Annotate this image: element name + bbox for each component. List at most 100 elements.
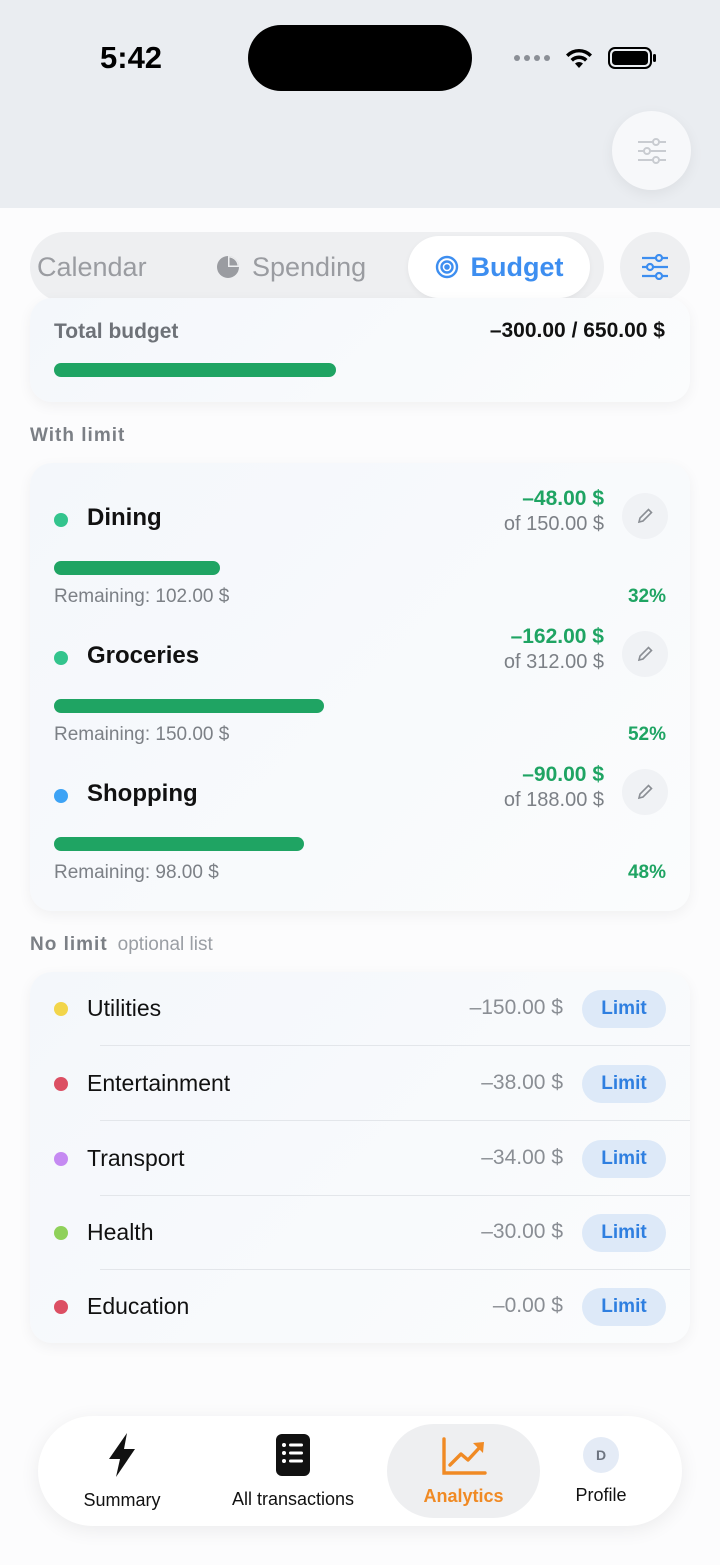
category-progress [54,561,574,575]
category-dot [54,789,68,803]
set-limit-button[interactable]: Limit [582,1140,666,1178]
budget-item-groceries[interactable]: Groceries –162.00 $ of 312.00 $ Remainin… [54,625,668,769]
total-budget-progress [54,363,666,377]
nav-all-transactions-label: All transactions [231,1488,355,1509]
total-budget-card[interactable]: Total budget –300.00 / 650.00 $ [30,298,690,402]
percent-text: 52% [627,724,666,745]
with-limit-card: Dining –48.00 $ of 150.00 $ Remaining: 1… [30,463,690,911]
nav-analytics-label: Analytics [423,1485,504,1506]
spent-amount: –0.00 $ [492,1294,563,1317]
tab-calendar[interactable]: Calendar [37,232,147,302]
tab-calendar-label: Calendar [37,251,147,282]
pie-chart-icon [216,255,240,279]
category-progress-fill [54,561,221,575]
list-item-utilities[interactable]: Utilities –150.00 $ Limit [30,972,690,1046]
category-dot [54,1152,68,1166]
category-name: Shopping [87,780,198,807]
category-name: Transport [87,1145,185,1171]
category-name: Health [87,1219,154,1245]
remaining-text: Remaining: 102.00 $ [54,586,230,607]
no-limit-card: Utilities –150.00 $ Limit Entertainment … [30,972,690,1343]
percent-text: 48% [627,862,666,883]
filter-button[interactable] [620,232,690,302]
no-limit-sublabel: optional list [117,934,213,955]
spent-amount: –150.00 $ [469,996,563,1019]
set-limit-button[interactable]: Limit [582,1288,666,1326]
spent-amount: –48.00 $ [522,487,604,510]
list-item-education[interactable]: Education –0.00 $ Limit [30,1270,690,1344]
pencil-icon [637,508,653,524]
target-icon [435,255,459,279]
battery-icon [608,47,656,69]
category-dot [54,1300,68,1314]
spent-amount: –162.00 $ [510,625,604,648]
spent-amount: –30.00 $ [481,1220,563,1243]
nav-profile[interactable]: D Profile [556,1416,646,1526]
category-name: Dining [87,504,162,531]
limit-amount: of 312.00 $ [503,651,604,673]
list-icon [276,1433,310,1476]
pencil-icon [637,784,653,800]
percent-text: 32% [627,586,666,607]
wifi-icon [566,48,592,68]
category-dot [54,1002,68,1016]
spent-amount: –38.00 $ [481,1071,563,1094]
edit-button[interactable] [622,493,668,539]
nav-analytics[interactable]: Analytics [387,1424,540,1518]
with-limit-label: With limit [30,425,126,446]
sliders-icon [642,254,668,280]
set-limit-button[interactable]: Limit [582,990,666,1028]
signal-icon [514,55,550,61]
remaining-text: Remaining: 150.00 $ [54,724,230,745]
no-limit-title: No limit [30,934,108,955]
tab-budget[interactable]: Budget [408,236,590,298]
bottom-nav: Summary All transactions Analytics D Pro… [38,1416,682,1526]
spent-amount: –34.00 $ [481,1146,563,1169]
edit-button[interactable] [622,631,668,677]
avatar: D [583,1436,619,1473]
budget-item-dining[interactable]: Dining –48.00 $ of 150.00 $ Remaining: 1… [54,487,668,631]
budget-item-shopping[interactable]: Shopping –90.00 $ of 188.00 $ Remaining:… [54,763,668,907]
category-progress-fill [54,699,325,713]
category-dot [54,651,68,665]
status-icons [514,42,658,74]
spent-amount: –90.00 $ [522,763,604,786]
top-filter-button[interactable] [612,111,691,190]
total-budget-progress-fill [54,363,336,377]
list-item-entertainment[interactable]: Entertainment –38.00 $ Limit [30,1047,690,1121]
edit-button[interactable] [622,769,668,815]
category-name: Groceries [87,642,200,669]
nav-profile-label: Profile [575,1484,627,1505]
lightning-icon [109,1432,135,1477]
nav-summary[interactable]: Summary [62,1416,182,1526]
segment-tabs: Calendar Spending Budget [30,232,604,302]
category-dot [54,513,68,527]
category-name: Utilities [87,995,162,1021]
limit-amount: of 188.00 $ [503,789,604,811]
category-dot [54,1226,68,1240]
tab-budget-label: Budget [470,251,564,282]
category-name: Education [87,1293,190,1319]
divider [100,1045,690,1046]
set-limit-button[interactable]: Limit [582,1065,666,1103]
status-time: 5:42 [100,40,163,75]
list-item-transport[interactable]: Transport –34.00 $ Limit [30,1122,690,1196]
sliders-icon [637,137,666,164]
category-progress-fill [54,837,304,851]
category-name: Entertainment [87,1070,231,1096]
category-progress [54,837,574,851]
list-item-health[interactable]: Health –30.00 $ Limit [30,1196,690,1270]
pencil-icon [637,646,653,662]
total-budget-label: Total budget [54,320,179,343]
nav-summary-label: Summary [83,1489,161,1510]
nav-all-transactions[interactable]: All transactions [216,1416,370,1526]
no-limit-label: No limit optional list [30,934,213,956]
category-progress [54,699,574,713]
tab-spending[interactable]: Spending [216,232,366,302]
header-area: 5:42 [0,0,720,208]
total-budget-value: –300.00 / 650.00 $ [489,319,665,342]
set-limit-button[interactable]: Limit [582,1214,666,1252]
limit-amount: of 150.00 $ [503,513,604,535]
tab-spending-label: Spending [252,251,367,282]
category-dot [54,1077,68,1091]
